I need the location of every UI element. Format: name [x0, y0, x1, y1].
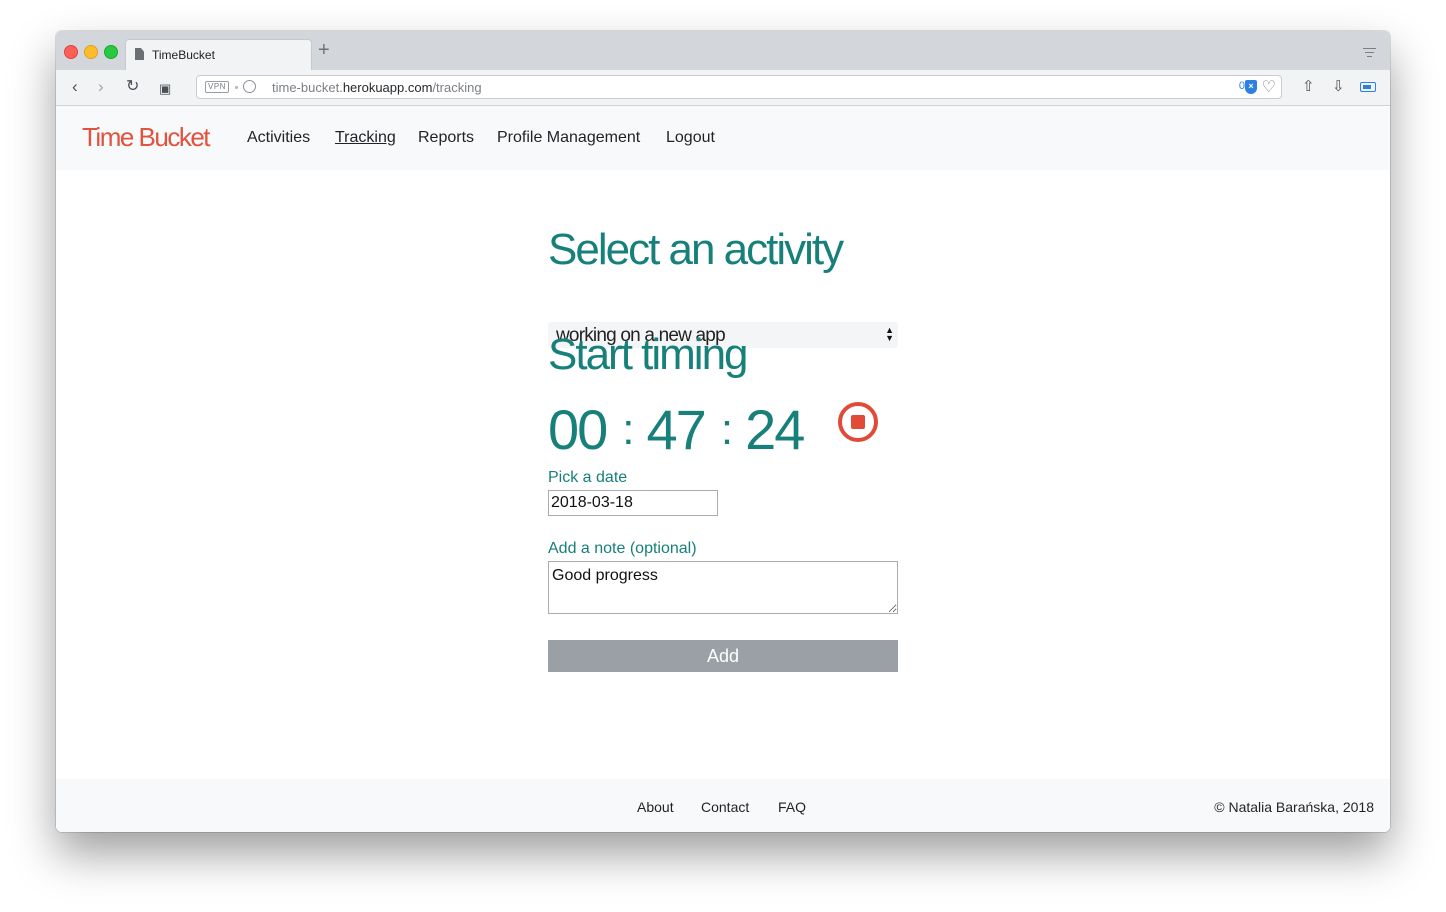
address-bar[interactable]: VPN time-bucket.herokuapp.com/tracking 0… [196, 75, 1282, 99]
web-page: Time Bucket Activities Tracking Reports … [56, 106, 1390, 832]
stop-timer-button[interactable] [838, 402, 878, 442]
start-timing-heading: Start timing [548, 330, 749, 379]
timer-seconds: 24 [745, 398, 805, 461]
select-arrows-icon: ▲ ▼ [885, 325, 894, 343]
separator-dot [235, 86, 238, 89]
add-button[interactable]: Add [548, 640, 898, 672]
nav-link-activities[interactable]: Activities [247, 129, 310, 147]
browser-window: TimeBucket + ‹ › ↻ ▣ VPN time-bucket.her… [56, 31, 1390, 832]
tab-strip: TimeBucket + [56, 31, 1390, 70]
select-activity-heading: Select an activity [548, 225, 844, 274]
footer-link-contact[interactable]: Contact [701, 799, 749, 815]
browser-tab[interactable]: TimeBucket [125, 39, 312, 70]
url-text[interactable]: time-bucket.herokuapp.com/tracking [272, 80, 482, 95]
nav-link-profile-management[interactable]: Profile Management [497, 129, 640, 147]
browser-toolbar: ‹ › ↻ ▣ VPN time-bucket.herokuapp.com/tr… [56, 70, 1390, 106]
timer-separator: : [720, 405, 733, 454]
new-tab-button[interactable]: + [318, 40, 330, 60]
share-icon[interactable]: ⇧ [1302, 78, 1315, 96]
stop-icon [851, 415, 865, 429]
reload-icon[interactable]: ↻ [126, 78, 139, 96]
tab-title: TimeBucket [152, 48, 215, 62]
vpn-badge[interactable]: VPN [205, 81, 229, 93]
footer-link-about[interactable]: About [637, 799, 674, 815]
speed-dial-icon[interactable]: ▣ [159, 80, 171, 98]
close-window-button[interactable] [64, 45, 78, 59]
forward-icon[interactable]: › [98, 78, 104, 96]
date-label: Pick a date [548, 469, 628, 486]
nav-link-tracking[interactable]: Tracking [335, 129, 396, 147]
battery-icon[interactable] [1360, 82, 1376, 92]
globe-icon [243, 80, 256, 93]
timer-display: 00:47:24 [548, 398, 805, 467]
date-input[interactable] [548, 490, 718, 516]
tab-menu-icon[interactable] [1363, 48, 1376, 60]
brand-logo[interactable]: Time Bucket [82, 122, 211, 153]
bookmark-heart-icon[interactable]: ♡ [1262, 77, 1276, 97]
timer-minutes: 47 [646, 398, 707, 461]
back-icon[interactable]: ‹ [72, 78, 78, 96]
timer-separator: : [622, 405, 634, 454]
download-icon[interactable]: ⇩ [1332, 78, 1345, 96]
nav-link-logout[interactable]: Logout [666, 129, 715, 147]
timer-hours: 00 [548, 398, 608, 461]
navbar: Time Bucket Activities Tracking Reports … [56, 106, 1390, 170]
copyright-text: © Natalia Barańska, 2018 [1214, 799, 1374, 815]
nav-link-reports[interactable]: Reports [418, 129, 474, 147]
zoom-window-button[interactable] [104, 45, 118, 59]
note-textarea[interactable]: Good progress [548, 561, 898, 614]
note-label: Add a note (optional) [548, 540, 697, 557]
document-icon [135, 48, 144, 60]
footer: About Contact FAQ © Natalia Barańska, 20… [56, 779, 1390, 832]
ad-block-shield-icon[interactable]: × [1245, 80, 1257, 94]
footer-link-faq[interactable]: FAQ [778, 799, 806, 815]
minimize-window-button[interactable] [84, 45, 98, 59]
